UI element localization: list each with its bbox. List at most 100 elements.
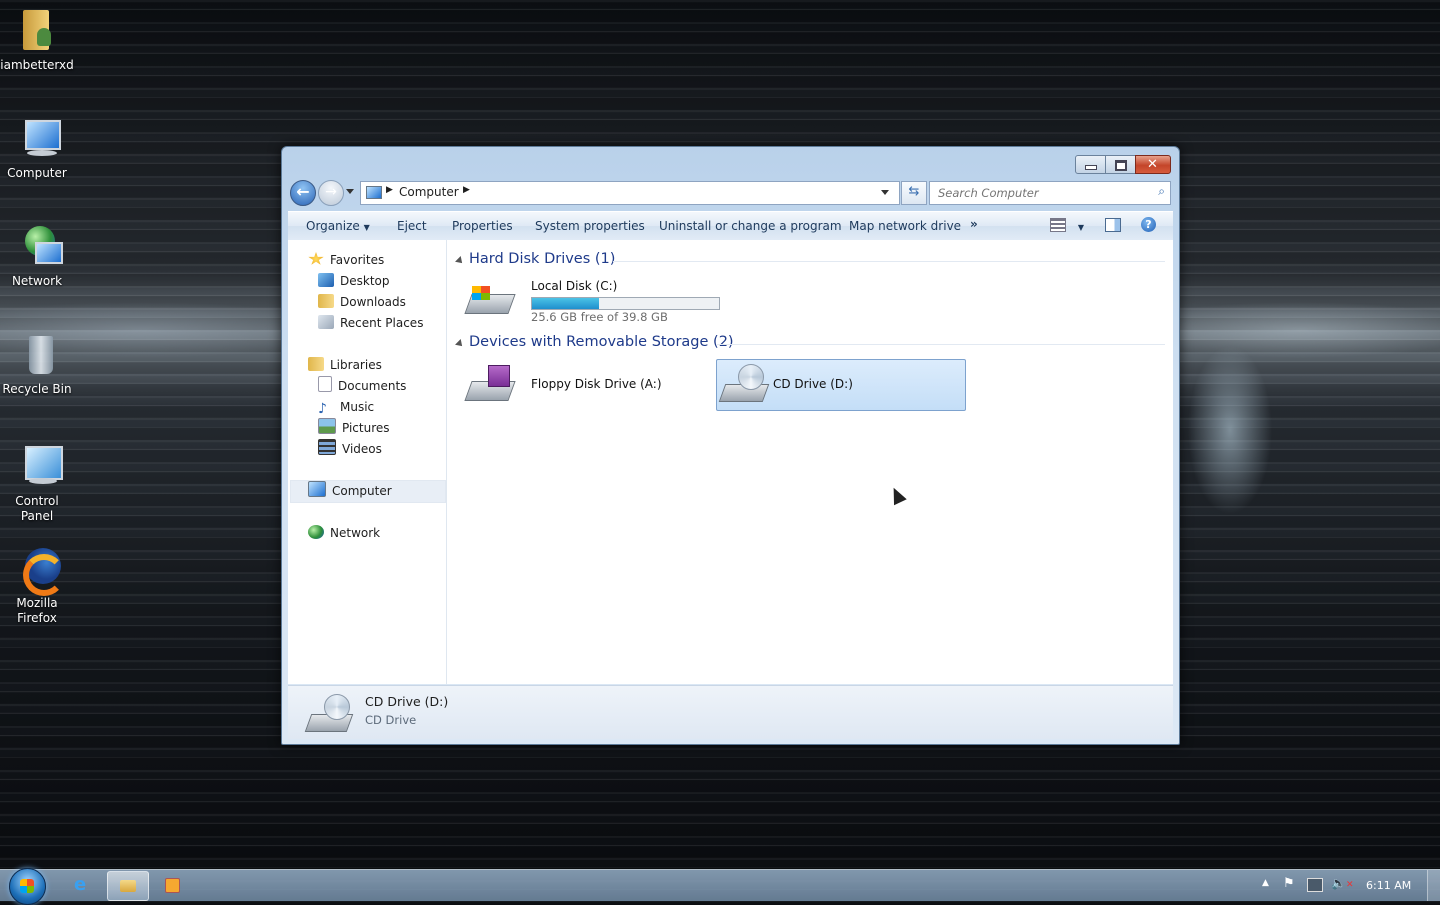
forward-button[interactable]: → — [318, 180, 344, 206]
sidebar-item-favorites[interactable]: Favorites — [308, 250, 384, 270]
search-input[interactable] — [936, 185, 1145, 201]
preview-pane-icon — [1105, 218, 1121, 232]
drive-local-disk-c[interactable]: Local Disk (C:) 25.6 GB free of 39.8 GB — [459, 274, 720, 324]
start-button[interactable] — [9, 868, 46, 905]
pictures-icon — [318, 418, 336, 434]
address-history-dropdown-icon[interactable] — [881, 190, 889, 195]
taskbar-internet-explorer[interactable]: e — [62, 871, 102, 899]
floppy-drive-icon — [464, 363, 516, 403]
details-type: CD Drive — [365, 713, 417, 727]
sidebar-item-computer[interactable]: Computer — [308, 481, 392, 501]
more-commands-button[interactable]: » — [970, 217, 978, 231]
help-button[interactable]: ? — [1141, 217, 1156, 232]
drive-floppy-a[interactable]: Floppy Disk Drive (A:) — [459, 359, 705, 409]
hard-drive-icon — [464, 278, 516, 318]
close-icon: ✕ — [1147, 157, 1158, 172]
organize-button[interactable]: Organize ▼ — [306, 219, 370, 233]
sidebar-item-videos[interactable]: Videos — [318, 439, 382, 459]
group-header-hard-disk-drives[interactable]: Hard Disk Drives (1) — [469, 251, 615, 267]
drive-name: Local Disk (C:) — [531, 279, 618, 293]
desktop-icon-user-folder[interactable]: iambetterxd — [0, 8, 74, 73]
collapse-group-icon[interactable] — [455, 256, 465, 266]
system-properties-button[interactable]: System properties — [535, 219, 645, 233]
command-bar: Organize ▼ Eject Properties System prope… — [288, 211, 1173, 241]
collapse-group-icon[interactable] — [455, 339, 465, 349]
sidebar-item-label: Pictures — [342, 421, 390, 435]
maximize-button[interactable] — [1105, 155, 1136, 174]
desktop-icon-network[interactable]: Network — [0, 224, 74, 289]
sidebar-item-documents[interactable]: Documents — [318, 376, 406, 396]
refresh-button[interactable]: ⇆ — [901, 181, 927, 205]
address-bar[interactable]: ▶ Computer ▶ — [360, 181, 900, 205]
help-icon: ? — [1141, 217, 1156, 232]
sidebar-item-label: Libraries — [330, 358, 382, 372]
search-box[interactable]: ⌕ — [929, 181, 1171, 205]
breadcrumb-item-computer[interactable]: Computer — [399, 185, 459, 199]
drive-cd-d[interactable]: CD Drive (D:) — [716, 359, 966, 411]
sidebar-item-downloads[interactable]: Downloads — [318, 292, 406, 312]
close-button[interactable]: ✕ — [1135, 155, 1171, 174]
back-arrow-icon: ← — [296, 182, 310, 201]
sidebar-item-music[interactable]: ♪ Music — [318, 397, 374, 417]
back-button[interactable]: ← — [290, 180, 316, 206]
desktop-icon-computer[interactable]: Computer — [0, 116, 74, 181]
network-status-icon[interactable] — [1307, 878, 1323, 892]
star-icon — [308, 252, 324, 265]
taskbar: e ▲ ⚑ 🔈✕ 6:11 AM — [0, 868, 1440, 905]
sidebar-item-network[interactable]: Network — [308, 523, 380, 543]
map-network-drive-button[interactable]: Map network drive — [849, 219, 961, 233]
breadcrumb-chevron-icon[interactable]: ▶ — [463, 185, 470, 195]
action-center-flag-icon[interactable]: ⚑ — [1283, 876, 1295, 891]
desktop-icon-label: Network — [11, 274, 63, 288]
disk-usage-bar — [531, 297, 720, 310]
sidebar-item-recent-places[interactable]: Recent Places — [318, 313, 423, 333]
eject-button[interactable]: Eject — [397, 219, 427, 233]
desktop-icon-firefox[interactable]: Mozilla Firefox — [0, 546, 74, 626]
desktop-icon-label: Computer — [7, 166, 67, 180]
downloads-icon — [318, 294, 334, 308]
show-desktop-button[interactable] — [1427, 870, 1440, 901]
libraries-icon — [308, 357, 324, 371]
drive-name: Floppy Disk Drive (A:) — [531, 377, 662, 391]
chevron-down-icon: ▼ — [1077, 223, 1084, 232]
desktop-icon-label: iambetterxd — [0, 58, 74, 72]
sidebar-item-desktop[interactable]: Desktop — [318, 271, 390, 291]
firefox-icon — [13, 546, 65, 596]
change-view-button[interactable]: ▼ — [1050, 218, 1084, 233]
breadcrumb-separator-icon[interactable]: ▶ — [386, 185, 393, 195]
uninstall-program-button[interactable]: Uninstall or change a program — [659, 219, 842, 233]
clock[interactable]: 6:11 AM — [1366, 879, 1411, 892]
videos-icon — [318, 439, 336, 455]
group-divider — [717, 344, 1165, 345]
desktop-icon-label: Mozilla Firefox — [16, 596, 58, 625]
properties-button[interactable]: Properties — [452, 219, 513, 233]
sidebar-item-label: Downloads — [340, 295, 406, 309]
group-header-removable-storage[interactable]: Devices with Removable Storage (2) — [469, 334, 734, 350]
volume-muted-icon[interactable]: 🔈✕ — [1331, 876, 1354, 890]
taskbar-media-player[interactable] — [152, 871, 192, 899]
disk-usage-fill — [532, 298, 599, 309]
windows-logo-icon — [20, 879, 34, 893]
show-hidden-icons-button[interactable]: ▲ — [1262, 878, 1269, 888]
minimize-button[interactable] — [1075, 155, 1106, 174]
folder-icon — [120, 880, 136, 892]
sidebar-item-pictures[interactable]: Pictures — [318, 418, 390, 438]
sidebar-item-label: Computer — [332, 484, 392, 498]
views-icon — [1050, 218, 1066, 232]
details-pane: CD Drive (D:) CD Drive — [288, 685, 1173, 739]
recent-pages-dropdown[interactable] — [346, 189, 354, 194]
search-icon[interactable]: ⌕ — [1158, 184, 1165, 199]
sidebar-item-label: Documents — [338, 379, 407, 393]
desktop-icon-label: Recycle Bin — [2, 382, 72, 396]
desktop-icon-control-panel[interactable]: Control Panel — [0, 444, 74, 524]
explorer-window: ✕ ← → ▶ Computer ▶ ⇆ ⌕ Organize ▼ Eject … — [281, 146, 1180, 745]
sidebar-item-libraries[interactable]: Libraries — [308, 355, 382, 375]
taskbar-windows-explorer[interactable] — [107, 871, 149, 901]
drive-free-space: 25.6 GB free of 39.8 GB — [531, 310, 668, 324]
sidebar-item-label: Videos — [342, 442, 382, 456]
desktop-icon-recycle-bin[interactable]: Recycle Bin — [0, 332, 74, 397]
preview-pane-button[interactable] — [1105, 218, 1121, 235]
recent-places-icon — [318, 315, 334, 329]
computer-icon — [308, 481, 326, 497]
navigation-pane: Favorites Desktop Downloads Recent Place… — [288, 240, 447, 684]
